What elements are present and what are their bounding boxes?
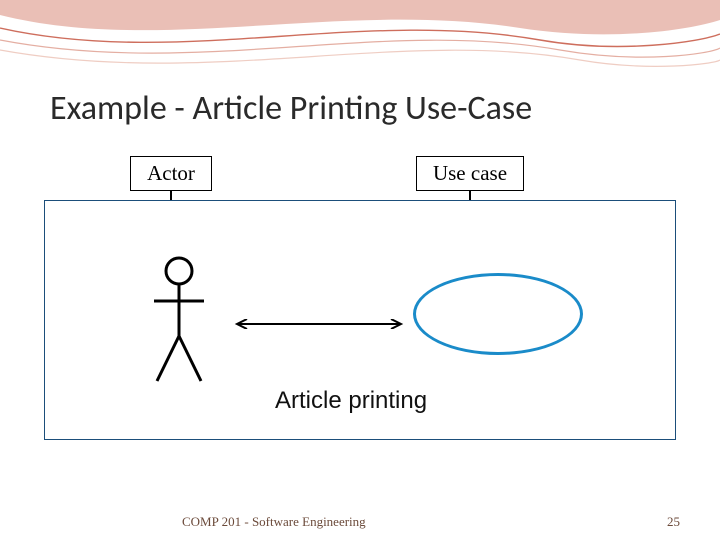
usecase-diagram: Article printing xyxy=(44,200,676,440)
slide-title: Example - Article Printing Use-Case xyxy=(50,88,532,129)
actor-label-text: Actor xyxy=(147,161,195,185)
usecase-oval xyxy=(413,273,583,355)
actor-stick-figure-icon xyxy=(149,256,209,386)
usecase-label-box: Use case xyxy=(416,156,524,191)
decorative-wave xyxy=(0,0,720,90)
actor-label-box: Actor xyxy=(130,156,212,191)
footer-page-number: 25 xyxy=(667,514,680,530)
usecase-label-text: Use case xyxy=(433,161,507,185)
diagram-caption: Article printing xyxy=(275,387,427,415)
association-arrow-icon xyxy=(231,319,407,329)
footer-course: COMP 201 - Software Engineering xyxy=(182,514,366,530)
